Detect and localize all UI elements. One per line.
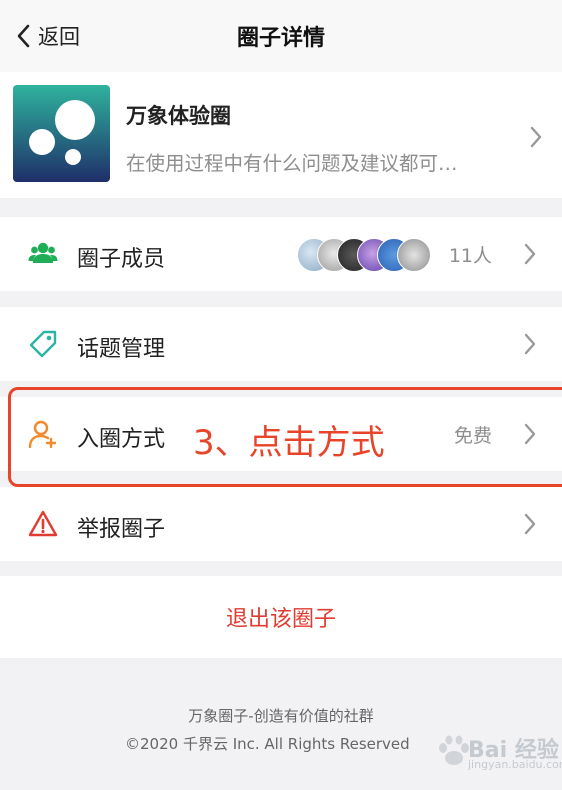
avatar [397, 238, 431, 272]
footer-copyright: ©2020 千界云 Inc. All Rights Reserved [125, 735, 410, 753]
footer-slogan: 万象圈子-创造有价值的社群 [188, 707, 374, 725]
join-method-value: 免费 [453, 425, 492, 447]
topics-row[interactable]: 话题管理 [0, 307, 562, 381]
chevron-left-icon [16, 24, 30, 48]
circle-info-card[interactable] [0, 72, 562, 198]
report-row[interactable]: 举报圈子 [0, 487, 562, 561]
members-count: 11人 [448, 245, 492, 267]
tag-icon [28, 329, 58, 359]
back-label: 返回 [38, 25, 80, 49]
members-label: 圈子成员 [77, 247, 166, 272]
members-row[interactable]: 圈子成员 11人 [0, 217, 562, 291]
warning-icon [28, 509, 58, 539]
join-method-label: 入圈方式 [77, 427, 166, 452]
chevron-right-icon [524, 513, 536, 539]
chevron-right-icon [524, 423, 536, 449]
watermark-subtext: jingyan.baidu.com [468, 758, 562, 771]
annotation-text: 3、点击方式 [193, 423, 385, 463]
circle-logo [13, 85, 110, 182]
chevron-right-icon [530, 126, 542, 152]
topics-label: 话题管理 [77, 337, 166, 362]
circle-name: 万象体验圈 [126, 104, 231, 128]
chevron-right-icon [524, 333, 536, 359]
circle-description: 在使用过程中有什么问题及建议都可… [126, 152, 458, 175]
back-button[interactable]: 返回 [16, 18, 80, 54]
leave-circle-button[interactable]: 退出该圈子 [226, 601, 336, 633]
users-icon [28, 239, 58, 269]
leave-circle-row: 退出该圈子 [0, 576, 562, 658]
nav-bar: 返回 圈子详情 [0, 0, 562, 72]
report-label: 举报圈子 [77, 517, 166, 542]
page-title: 圈子详情 [236, 26, 325, 51]
chevron-right-icon [524, 243, 536, 269]
user-add-icon [28, 419, 58, 449]
